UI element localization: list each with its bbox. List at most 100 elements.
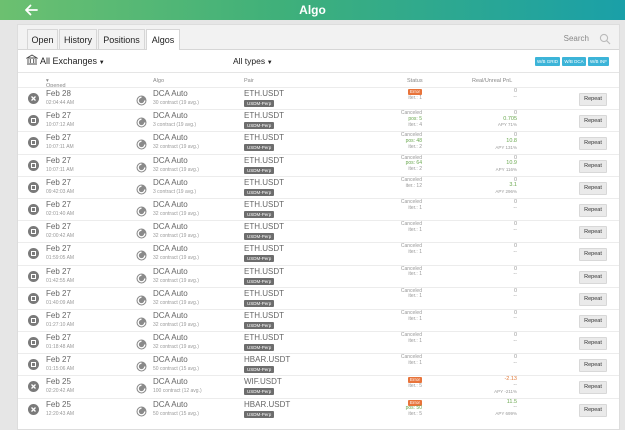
stop-circle-icon[interactable] [28,270,39,282]
repeat-button[interactable]: Repeat [579,248,607,262]
iter-text: iter.: 4 [408,121,422,128]
search-icon[interactable] [599,32,611,45]
repeat-button[interactable]: Repeat [579,403,607,417]
table-header: Opened ▾ Algo Pair Status Real/Unreal Pn… [18,73,619,89]
pair-name: ETH.USDT [244,89,284,98]
algo-contract: 32 contract (19 avg.) [153,344,199,351]
table-row: Feb 27 01:59:05 AM DCA Auto 32 contract (19… [18,242,619,264]
dca-algo-icon [136,226,147,239]
repeat-button[interactable]: Repeat [579,359,607,373]
algo-contract: 32 contract (19 avg.) [153,255,199,262]
tab-open[interactable]: Open [27,29,58,49]
stop-circle-icon[interactable] [28,314,39,326]
wb-inf-button[interactable]: W/B INF [588,57,609,66]
algo-name: DCA Auto [153,355,188,365]
status-cell: Canceled pos: 64 iter.: 2 [401,155,422,173]
status-cell: Error iter.: 5 [408,377,422,390]
dca-algo-icon [136,137,147,150]
dca-algo-icon [136,359,147,372]
exchange-dropdown[interactable]: All Exchanges ▼ [25,54,105,66]
opened-time: 01:15:06 AM [46,366,75,373]
repeat-button[interactable]: Repeat [579,337,607,351]
repeat-button[interactable]: Repeat [579,270,607,284]
repeat-button[interactable]: Repeat [579,181,607,195]
stop-circle-icon[interactable] [28,203,39,215]
pair-name: HBAR.USDT [244,355,291,365]
repeat-button[interactable]: Repeat [579,115,607,129]
dca-algo-icon [136,93,147,106]
repeat-button[interactable]: Repeat [579,226,607,240]
pnl-cell: 0 -- [513,354,517,366]
opened-time: 01:42:55 AM [46,277,75,284]
opened-date: Feb 27 [46,199,71,209]
stop-circle-icon[interactable] [28,337,39,349]
wb-dca-button[interactable]: W/B DCA [562,57,586,66]
opened-date: Feb 27 [46,177,71,187]
opened-date: Feb 27 [46,266,71,276]
algo-contract: 32 contract (19 avg.) [153,299,199,306]
stop-circle-icon[interactable] [28,248,39,260]
tab-positions[interactable]: Positions [98,29,145,49]
iter-text: iter.: 5 [408,411,422,418]
stop-circle-icon[interactable] [28,359,39,371]
pair-name: ETH.USDT [244,199,284,209]
stop-circle-icon[interactable] [28,292,39,304]
dca-algo-icon [136,248,147,261]
col-opened[interactable]: Opened ▾ [46,78,66,89]
repeat-button[interactable]: Repeat [579,137,607,151]
close-circle-icon[interactable] [28,403,39,415]
pair-name: ETH.USDT [244,310,284,320]
iter-text: iter.: 1 [408,271,422,278]
iter-text: iter.: 1 [408,249,422,256]
iter-text: iter.: 1 [408,293,422,300]
pair-name: ETH.USDT [244,288,284,298]
wb-grid-button[interactable]: W/B GRID [535,57,560,66]
algo-contract: 32 contract (19 avg.) [153,166,199,173]
table-row: Feb 27 01:42:55 AM DCA Auto 32 contract (19… [18,264,619,287]
dca-algo-icon [136,115,147,128]
repeat-button[interactable]: Repeat [579,159,607,173]
opened-time: 12:20:43 AM [46,410,75,417]
opened-time: 10:07:11 AM [46,166,74,173]
table-row: Feb 27 01:40:09 AM DCA Auto 32 contract (19… [18,286,619,309]
opened-time: 10:07:12 AM [46,122,75,129]
algo-contract: 32 contract (19 avg.) [153,210,199,217]
iter-text: iter.: 2 [408,166,422,173]
types-dropdown[interactable]: All types ▼ [233,56,273,66]
status-cell: Canceled iter.: 1 [401,354,422,367]
repeat-button[interactable]: Repeat [579,93,607,106]
opened-time: 02:01:40 AM [46,210,75,217]
repeat-button[interactable]: Repeat [579,381,607,395]
opened-date: Feb 27 [46,222,71,232]
repeat-button[interactable]: Repeat [579,292,607,306]
opened-date: Feb 27 [46,133,71,143]
search-label[interactable]: Search [564,34,589,43]
stop-circle-icon[interactable] [28,226,39,238]
stop-circle-icon[interactable] [28,137,39,149]
algo-contract: 3 contract (19 avg.) [153,122,197,129]
algo-contract: 3 contract (19 avg.) [153,188,197,195]
market-tag: USDM-Perp [244,277,275,285]
opened-date: Feb 27 [46,155,71,165]
market-tag: USDM-Perp [244,255,275,263]
repeat-button[interactable]: Repeat [579,203,607,217]
unrealized-pnl: -- [513,204,517,211]
unrealized-pnl: -- [513,93,517,100]
stop-circle-icon[interactable] [28,159,39,171]
iter-text: iter.: 1 [408,315,422,322]
market-tag: USDM-Perp [244,210,275,218]
stop-circle-icon[interactable] [28,115,39,127]
tab-history[interactable]: History [59,29,97,49]
status-cell: Canceled iter.: 1 [401,266,422,279]
dca-algo-icon [136,293,147,306]
algo-contract: 32 contract (19 avg.) [153,321,199,328]
close-circle-icon[interactable] [28,93,39,104]
opened-date: Feb 27 [46,355,71,365]
stop-circle-icon[interactable] [28,181,39,193]
tab-algos[interactable]: Algos [146,29,180,50]
unrealized-pnl: -- [513,337,517,344]
repeat-button[interactable]: Repeat [579,314,607,328]
close-circle-icon[interactable] [28,381,39,393]
apy-text: APY 296% [495,188,517,194]
pair-name: ETH.USDT [244,155,284,165]
